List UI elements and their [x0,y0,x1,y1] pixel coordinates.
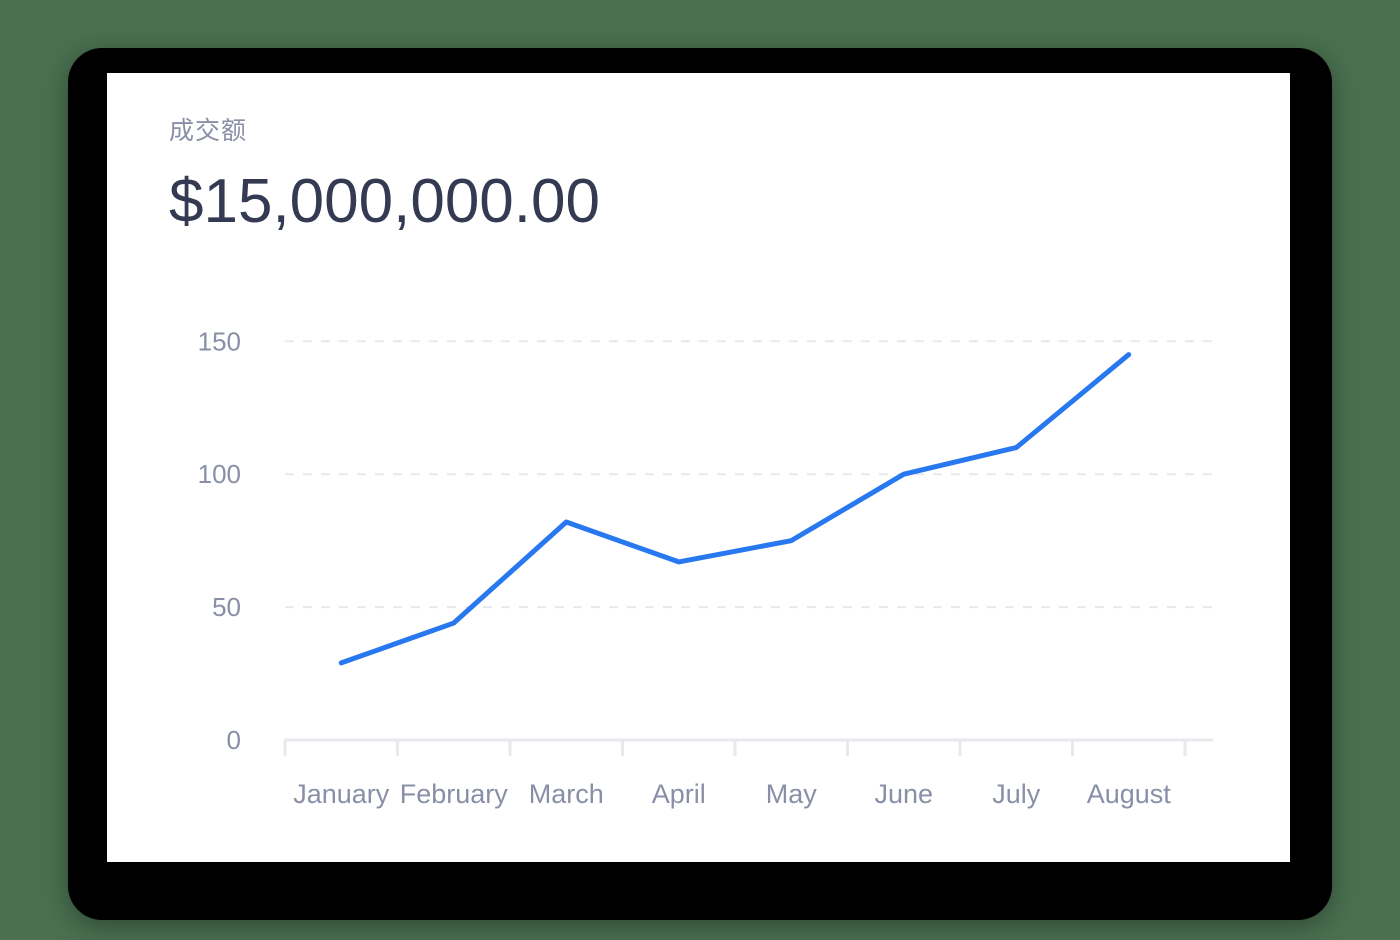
x-tick-label: June [874,779,933,809]
y-tick-label: 100 [198,459,241,489]
line-chart: 0 50 100 150 January February March April May Ju… [107,73,1290,862]
x-tick-label: August [1087,779,1172,809]
y-tick-label: 50 [212,592,241,622]
x-tick-label: May [766,779,818,809]
chart-gridlines [285,340,1213,609]
chart-y-axis-labels: 0 50 100 150 [198,326,241,755]
x-tick-label: January [293,779,390,809]
chart-x-axis [283,738,1213,756]
chart-x-axis-labels: January February March April May June July Augu… [293,779,1171,809]
x-tick-label: March [529,779,604,809]
x-tick-label: April [652,779,706,809]
x-tick-label: February [400,779,509,809]
x-tick-label: July [992,779,1041,809]
chart-svg: 0 50 100 150 January February March April May Ju… [198,326,1213,809]
screenshot-root: 成交额 $15,000,000.00 0 50 100 150 January Febr… [0,0,1400,940]
y-tick-label: 150 [198,326,241,356]
chart-data-line [338,352,1132,666]
metric-card: 成交额 $15,000,000.00 0 50 100 150 January Febr… [107,73,1290,862]
series-line [338,352,1132,666]
y-tick-label: 0 [227,725,241,755]
